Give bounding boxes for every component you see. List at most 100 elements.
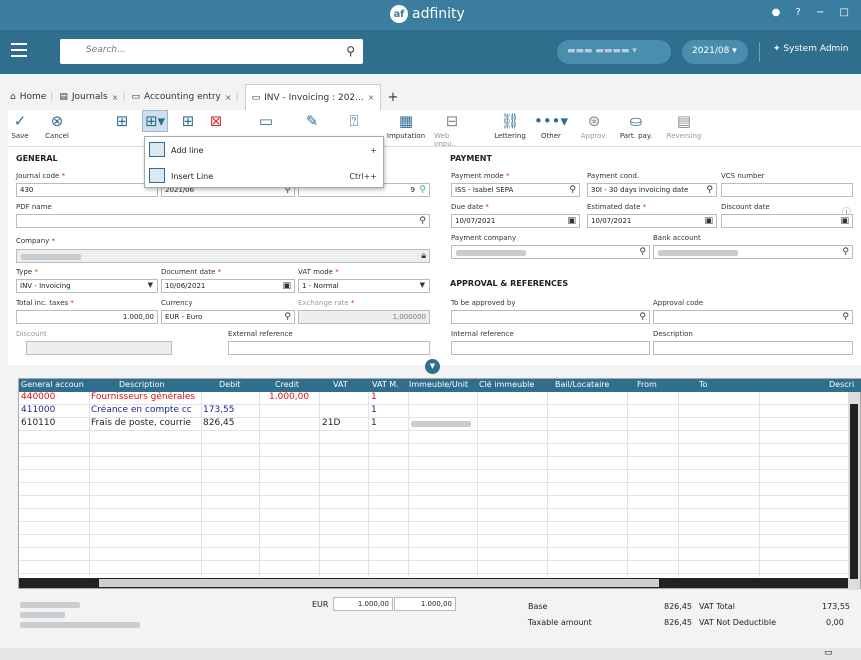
close-icon[interactable]: × (225, 93, 232, 102)
column-header[interactable]: Description (119, 380, 165, 389)
reversing-button[interactable]: ▤ Reversing (664, 110, 704, 140)
table-row[interactable] (19, 470, 848, 483)
edit-line-button[interactable]: ⊞ (178, 110, 198, 132)
company-field[interactable]: 🔒︎ (16, 249, 430, 263)
estimated-date-field[interactable]: 10/07/2021 ▣ (587, 214, 717, 228)
internal-reference-field[interactable] (451, 341, 650, 355)
search-icon[interactable]: ⚲ (284, 312, 291, 322)
tab-home[interactable]: ⌂ Home | (10, 92, 53, 102)
chat-icon[interactable]: ▭ (824, 648, 833, 658)
user-menu[interactable]: ✦ System Admin (773, 44, 849, 54)
due-date-field[interactable]: 10/07/2021 ▣ (451, 214, 580, 228)
table-row[interactable] (19, 496, 848, 509)
column-header[interactable]: To (699, 380, 707, 389)
table-row[interactable]: 440000 Fournisseurs générales 1.000,00 1 (19, 392, 848, 405)
h-button[interactable]: ⍰ (344, 110, 364, 132)
journal-code-field[interactable]: 430 (16, 183, 158, 197)
cancel-button[interactable]: ⊗ Cancel (40, 110, 74, 140)
window-buttons[interactable]: ? − □ (796, 7, 856, 18)
other-button[interactable]: •••▾ Other (534, 110, 568, 140)
period-selector[interactable]: 2021/08 ▾ (682, 40, 748, 64)
tab-invoicing[interactable]: ▭ INV - Invoicing : 202... × (244, 84, 382, 110)
document-date-field[interactable]: 10/06/2021 ▣ (161, 279, 295, 293)
cell-debit[interactable]: 173,55 (203, 405, 235, 415)
cell-account[interactable]: 411000 (21, 405, 55, 415)
search-icon[interactable]: ⚲ (419, 185, 426, 195)
column-header[interactable]: From (637, 380, 657, 389)
calendar-icon[interactable]: ▣ (282, 281, 291, 291)
window-controls[interactable]: ● ? − □ (772, 7, 855, 18)
table-row[interactable] (19, 444, 848, 457)
part-pay-button[interactable]: ⛀ Part. pay. (618, 110, 654, 140)
cell-desc[interactable]: Frais de poste, courrie (91, 418, 199, 428)
notes-button[interactable]: ✎ (302, 110, 322, 132)
table-row[interactable]: 610110 Frais de poste, courrie 826,45 21D 1 (19, 418, 848, 431)
payment-company-field[interactable]: ⚲ (451, 245, 650, 259)
column-header[interactable]: Immeuble/Unit (409, 380, 468, 389)
payment-mode-field[interactable]: ISS - Isabel SEPA ⚲ (451, 183, 580, 197)
search-icon[interactable]: ⚲ (842, 312, 849, 322)
close-icon[interactable]: × (112, 93, 119, 102)
cell-credit[interactable]: 1.000,00 (269, 392, 309, 402)
search-icon[interactable]: ⚲ (842, 247, 849, 257)
web-impu-button[interactable]: ⊟ Web impu.. (434, 110, 470, 148)
calendar-icon[interactable]: ▣ (704, 216, 713, 226)
cell-desc[interactable]: Créance en compte cc (91, 405, 199, 415)
column-header[interactable]: Bail/Locataire (555, 380, 609, 389)
total-field[interactable]: 1.000,00 (16, 310, 158, 324)
column-header[interactable]: Descri (829, 380, 854, 389)
tab-journals[interactable]: ▤ Journals × | (59, 92, 125, 102)
cell-vatm[interactable]: 1 (371, 405, 377, 415)
table-row[interactable] (19, 561, 848, 574)
delete-line-button[interactable]: ⊠ (206, 110, 226, 132)
column-header[interactable]: Debit (219, 380, 241, 389)
search-icon[interactable]: ⚲ (639, 247, 646, 257)
menu-item-add-line[interactable]: Add line + (145, 139, 383, 161)
pdf-name-field[interactable]: ⚲ (16, 214, 430, 228)
scroll-thumb[interactable] (99, 579, 659, 587)
vertical-scrollbar[interactable] (848, 392, 860, 590)
bank-account-field[interactable]: ⚲ (653, 245, 853, 259)
payment-cond-field[interactable]: 30I - 30 days invoicing date ⚲ (587, 183, 717, 197)
approval-code-field[interactable]: ⚲ (653, 310, 853, 324)
vat-mode-select[interactable]: 1 - Normal ▼ (298, 279, 430, 293)
lettering-button[interactable]: ⛓ Lettering (492, 110, 528, 140)
tab-accounting-entry[interactable]: ▭ Accounting entry × | (131, 92, 238, 102)
horizontal-scrollbar[interactable] (19, 578, 848, 588)
grid-view-button[interactable]: ⊞ (112, 110, 132, 132)
imputation-button[interactable]: ▦ Imputation (384, 110, 428, 140)
external-reference-field[interactable] (228, 341, 430, 355)
type-select[interactable]: INV - Invoicing ▼ (16, 279, 158, 293)
approv-button[interactable]: ⊛ Approv. (578, 110, 610, 140)
table-row[interactable]: 411000 Créance en compte cc 173,55 1 (19, 405, 848, 418)
column-header[interactable]: Clé immeuble (479, 380, 534, 389)
search-icon[interactable]: ⚲ (569, 185, 576, 195)
discount-date-field[interactable]: ▣ (721, 214, 853, 228)
save-button[interactable]: ✓ Save (8, 110, 32, 140)
column-header[interactable]: VAT M. (372, 380, 399, 389)
collapse-toggle-icon[interactable]: ▼ (425, 359, 440, 374)
company-selector[interactable]: ▬▬▬ ▬▬▬▬ ▾ (557, 40, 671, 64)
column-header[interactable]: VAT (333, 380, 348, 389)
menu-item-insert-line[interactable]: Insert Line Ctrl++ (145, 165, 383, 187)
vcs-number-field[interactable] (721, 183, 853, 197)
scroll-thumb[interactable] (850, 404, 858, 579)
bulb-icon[interactable]: ● (772, 7, 787, 18)
menu-icon[interactable] (11, 43, 27, 57)
cell-desc[interactable]: Fournisseurs générales (91, 392, 199, 402)
table-row[interactable] (19, 535, 848, 548)
document-button[interactable]: ▭ (256, 110, 276, 132)
search-icon[interactable]: ⚲ (346, 44, 355, 58)
approved-by-field[interactable]: ⚲ (451, 310, 650, 324)
table-row[interactable] (19, 509, 848, 522)
search-icon[interactable]: ⚲ (639, 312, 646, 322)
new-tab-button[interactable]: + (387, 90, 398, 105)
table-row[interactable] (19, 548, 848, 561)
cell-vatm[interactable]: 1 (371, 392, 377, 402)
column-header[interactable]: Credit (275, 380, 299, 389)
cell-vatm[interactable]: 1 (371, 418, 377, 428)
search-icon[interactable]: ⚲ (419, 216, 426, 226)
close-icon[interactable]: × (368, 93, 375, 102)
table-row[interactable] (19, 483, 848, 496)
search-input[interactable]: Search... ⚲ (60, 39, 363, 64)
